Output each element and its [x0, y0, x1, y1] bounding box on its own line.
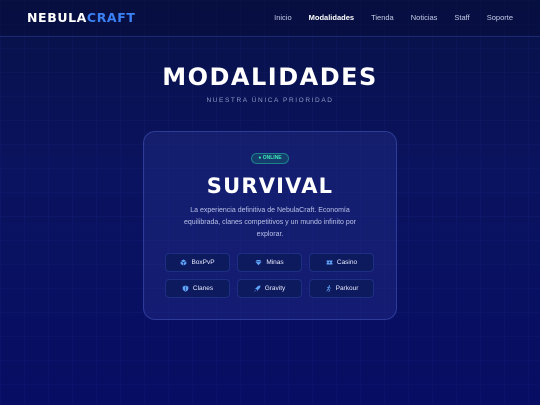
- mode-description: La experiencia definitiva de NebulaCraft…: [184, 207, 356, 238]
- mode-button-label: BoxPvP: [191, 259, 215, 266]
- mode-button-gravity[interactable]: Gravity: [237, 279, 302, 298]
- mode-title: SURVIVAL: [206, 174, 334, 198]
- top-navigation-bar: NEBULACRAFT Inicio Modalidades Tienda No…: [0, 0, 540, 37]
- mode-button-label: Parkour: [335, 285, 359, 292]
- rocket-icon: [254, 285, 261, 292]
- nav-item-modalidades[interactable]: Modalidades: [309, 13, 354, 22]
- runner-icon: [325, 285, 332, 292]
- page-title: MODALIDADES: [162, 63, 378, 91]
- mode-button-parkour[interactable]: Parkour: [309, 279, 374, 298]
- site-logo[interactable]: NEBULACRAFT: [27, 10, 135, 25]
- mode-button-clanes[interactable]: Clanes: [165, 279, 230, 298]
- main-nav: Inicio Modalidades Tienda Noticias Staff…: [257, 13, 513, 22]
- mode-button-label: Minas: [266, 259, 284, 266]
- page-subtitle: NUESTRA ÚNICA PRIORIDAD: [206, 97, 334, 104]
- nav-item-staff[interactable]: Staff: [454, 13, 469, 22]
- mode-button-label: Casino: [336, 259, 358, 266]
- nav-item-inicio[interactable]: Inicio: [274, 13, 292, 22]
- nav-item-tienda[interactable]: Tienda: [371, 13, 394, 22]
- mode-button-label: Gravity: [264, 285, 286, 292]
- logo-text-nebula: NEBULA: [27, 10, 87, 25]
- gem-icon: [255, 259, 262, 266]
- ticket-icon: [326, 259, 333, 266]
- mode-button-label: Clanes: [192, 285, 214, 292]
- nav-item-noticias[interactable]: Noticias: [411, 13, 438, 22]
- mode-button-casino[interactable]: Casino: [309, 253, 374, 272]
- cube-icon: [180, 259, 187, 266]
- logo-text-craft: CRAFT: [86, 10, 136, 25]
- mode-button-minas[interactable]: Minas: [237, 253, 302, 272]
- mode-button-boxpvp[interactable]: BoxPvP: [165, 253, 230, 272]
- shield-icon: [182, 285, 189, 292]
- status-badge: ● ONLINE: [251, 153, 289, 164]
- nav-item-soporte[interactable]: Soporte: [487, 13, 513, 22]
